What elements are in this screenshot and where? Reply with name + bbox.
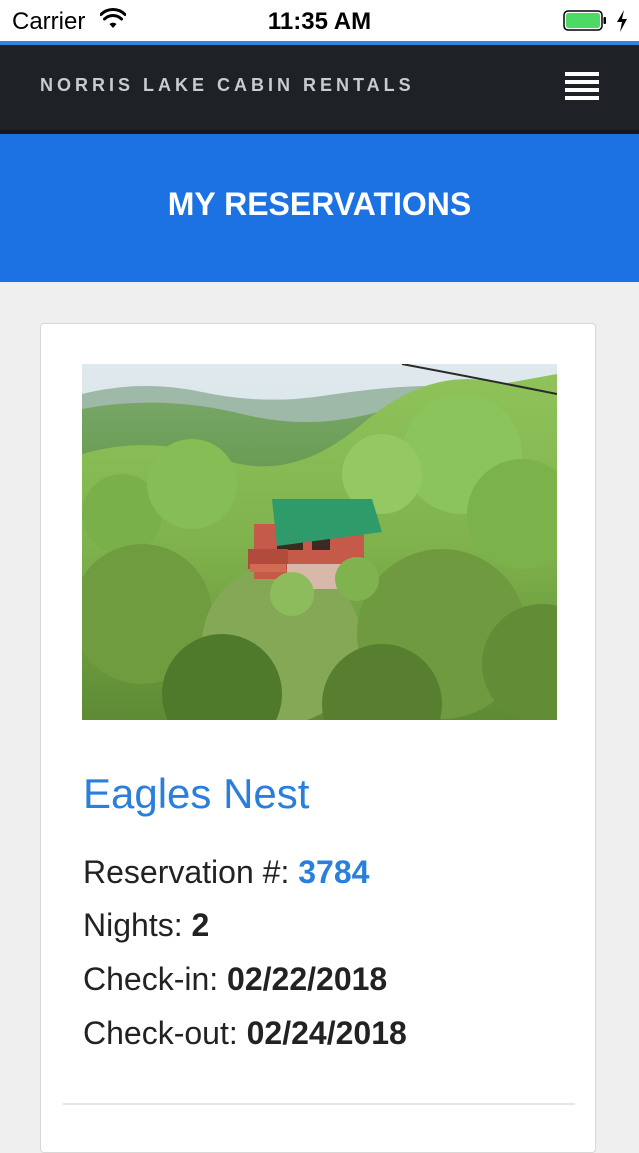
cabin-photo bbox=[82, 364, 557, 720]
navbar: NORRIS LAKE CABIN RENTALS bbox=[0, 45, 639, 130]
nights-row: Nights: 2 bbox=[83, 907, 209, 944]
checkin-value: 02/22/2018 bbox=[227, 961, 388, 997]
charging-bolt-icon bbox=[617, 10, 627, 32]
checkout-row: Check-out: 02/24/2018 bbox=[83, 1015, 407, 1052]
battery-icon bbox=[563, 10, 606, 31]
cabin-name-link[interactable]: Eagles Nest bbox=[83, 770, 309, 818]
reservation-number-link[interactable]: 3784 bbox=[298, 854, 369, 890]
page-title: MY RESERVATIONS bbox=[167, 186, 472, 222]
page-banner: MY RESERVATIONS bbox=[0, 134, 639, 282]
clock: 11:35 AM bbox=[267, 8, 372, 35]
checkout-label: Check-out: bbox=[83, 1015, 247, 1051]
card-divider bbox=[63, 1103, 575, 1105]
reservation-number-row: Reservation #: 3784 bbox=[83, 854, 369, 891]
nights-label: Nights: bbox=[83, 907, 192, 943]
hamburger-menu-icon[interactable] bbox=[565, 72, 599, 102]
nights-value: 2 bbox=[191, 907, 210, 943]
checkin-label: Check-in: bbox=[83, 961, 228, 997]
brand-link[interactable]: NORRIS LAKE CABIN RENTALS bbox=[40, 75, 415, 96]
checkin-row: Check-in: 02/22/2018 bbox=[83, 961, 387, 998]
status-bar: Carrier 11:35 AM bbox=[0, 0, 639, 41]
reservation-number-label: Reservation #: bbox=[83, 854, 299, 890]
checkout-value: 02/24/2018 bbox=[246, 1015, 407, 1051]
reservation-card: Eagles Nest Reservation #: 3784 Nights: … bbox=[40, 323, 596, 1153]
